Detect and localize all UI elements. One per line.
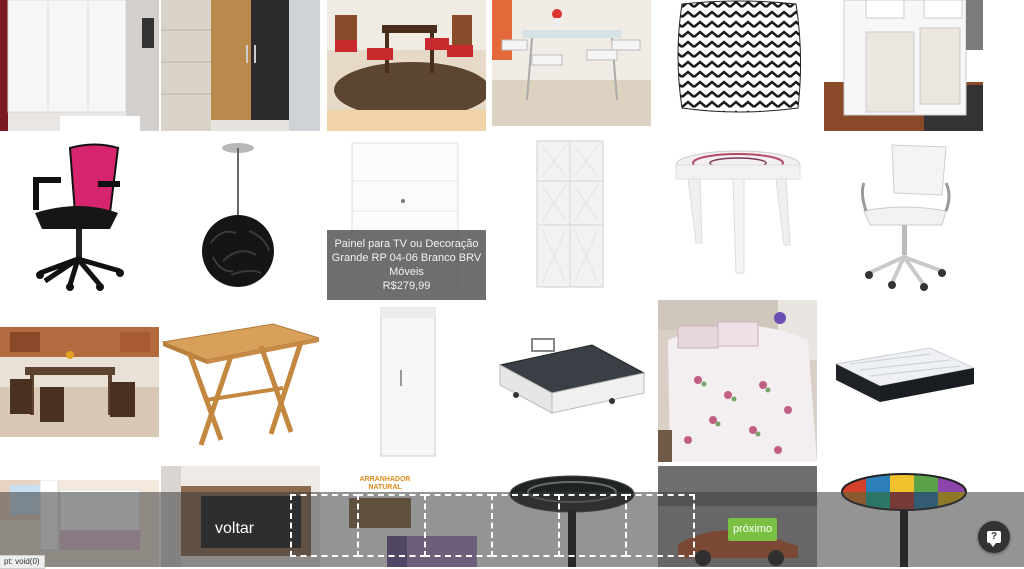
product-tile-wood-wardrobe[interactable]	[161, 0, 320, 131]
product-image-pink-office-chair	[0, 133, 159, 298]
product-image-wooden-folding-table	[161, 320, 320, 450]
product-image-box-bed-base	[492, 335, 651, 420]
product-tile-white-wardrobe[interactable]	[0, 0, 159, 131]
drop-slot[interactable]	[424, 494, 493, 557]
product-image-black-pendant-lamp	[161, 133, 320, 298]
cat-scratcher-logo: ARRANHADOR NATURAL	[359, 476, 411, 491]
drop-slot[interactable]	[491, 494, 560, 557]
drop-slot[interactable]	[625, 494, 695, 557]
product-tooltip: Painel para TV ou Decoração Grande RP 04…	[327, 230, 486, 300]
product-image-wood-wardrobe	[161, 0, 320, 131]
next-button[interactable]: próximo	[728, 518, 777, 541]
product-tile-white-tall-cabinet[interactable]	[492, 133, 651, 298]
product-image-white-tall-cabinet	[492, 133, 651, 298]
product-image-spring-mattress	[830, 340, 978, 420]
product-tile-white-cabinet[interactable]	[824, 0, 983, 131]
product-grid: ARRANHADOR NATURAL	[0, 0, 1024, 567]
product-image-glass-dining-set	[492, 0, 651, 126]
product-image-floral-bedding	[658, 300, 817, 462]
product-image-chevron-pillow	[658, 0, 817, 131]
product-tile-box-bed-base[interactable]	[492, 335, 651, 420]
drop-slot[interactable]	[558, 494, 627, 557]
product-tile-black-pendant-lamp[interactable]	[161, 133, 320, 298]
tooltip-product-title: Painel para TV ou Decoração Grande RP 04…	[331, 238, 482, 278]
product-image-outdoor-dining-set	[0, 327, 159, 437]
help-chat-icon: ?	[987, 531, 1001, 547]
help-chat-button[interactable]: ?	[978, 521, 1010, 553]
tooltip-product-price: R$279,99	[382, 280, 431, 292]
drop-slot[interactable]	[290, 494, 359, 557]
product-tile-dining-set-red[interactable]	[327, 0, 486, 131]
product-tile-spring-mattress[interactable]	[830, 340, 978, 420]
product-tile-white-tall-closet[interactable]	[327, 302, 486, 462]
product-image-white-tall-closet	[327, 302, 486, 462]
back-button[interactable]: voltar	[215, 520, 254, 538]
product-tile-wooden-folding-table[interactable]	[161, 320, 320, 450]
product-tile-chevron-pillow[interactable]	[658, 0, 817, 131]
product-image-white-wardrobe	[0, 0, 159, 131]
product-tile-mosaic-side-table[interactable]	[658, 133, 817, 298]
product-image-white-office-chair	[824, 133, 983, 298]
product-image-mosaic-side-table	[658, 133, 817, 298]
product-image-dining-set-red	[327, 0, 486, 131]
product-tile-pink-office-chair[interactable]	[0, 133, 159, 298]
product-tile-outdoor-dining-set[interactable]	[0, 327, 159, 437]
product-tile-glass-dining-set[interactable]	[492, 0, 651, 126]
product-tile-floral-bedding[interactable]	[658, 300, 817, 462]
product-tile-white-office-chair[interactable]	[824, 133, 983, 298]
product-image-white-cabinet	[824, 0, 983, 131]
drop-slot[interactable]	[357, 494, 426, 557]
